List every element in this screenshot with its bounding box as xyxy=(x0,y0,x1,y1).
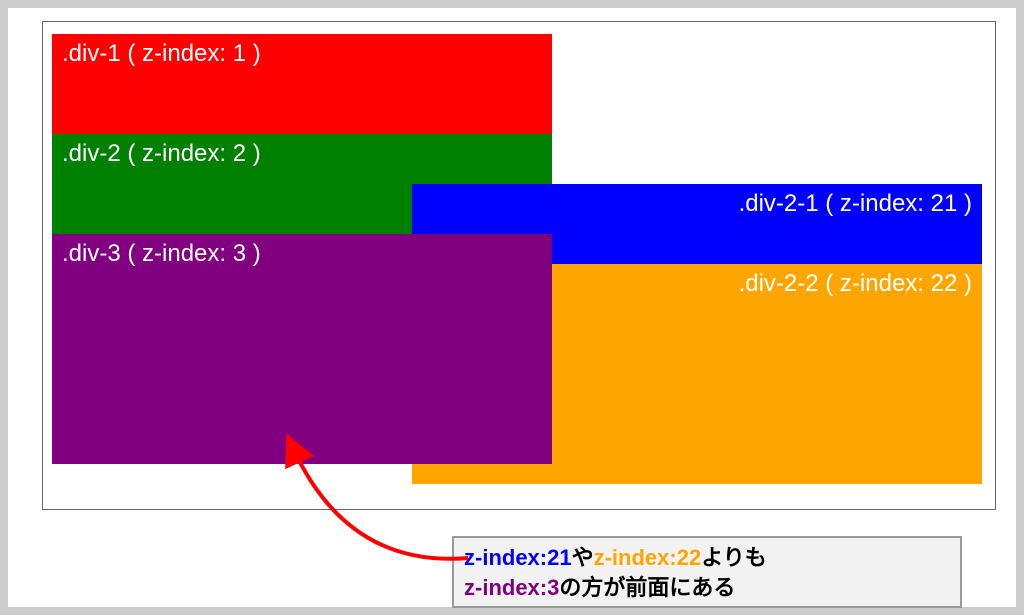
callout-part-6: の方が前面にある xyxy=(559,575,735,600)
div-1-box: .div-1 ( z-index: 1 ) xyxy=(52,34,552,134)
div-2-1-label: .div-2-1 ( z-index: 21 ) xyxy=(739,190,972,217)
callout-part-1: z-index:21 xyxy=(464,545,572,570)
div-2-box: .div-2 ( z-index: 2 ) .div-2-1 ( z-index… xyxy=(52,134,552,234)
div-3-box: .div-3 ( z-index: 3 ) xyxy=(52,234,552,464)
callout-part-4: よりも xyxy=(701,545,767,570)
callout-part-5: z-index:3 xyxy=(464,575,559,600)
div-2-2-label: .div-2-2 ( z-index: 22 ) xyxy=(739,270,972,297)
div-2-label: .div-2 ( z-index: 2 ) xyxy=(62,140,261,167)
callout-box: z-index:21やz-index:22よりも z-index:3の方が前面に… xyxy=(452,536,962,608)
div-3-label: .div-3 ( z-index: 3 ) xyxy=(62,240,261,267)
callout-part-2: や xyxy=(572,545,594,570)
canvas: .div-1 ( z-index: 1 ) .div-2 ( z-index: … xyxy=(8,8,1016,607)
callout-part-3: z-index:22 xyxy=(594,545,702,570)
div-1-label: .div-1 ( z-index: 1 ) xyxy=(62,40,261,67)
